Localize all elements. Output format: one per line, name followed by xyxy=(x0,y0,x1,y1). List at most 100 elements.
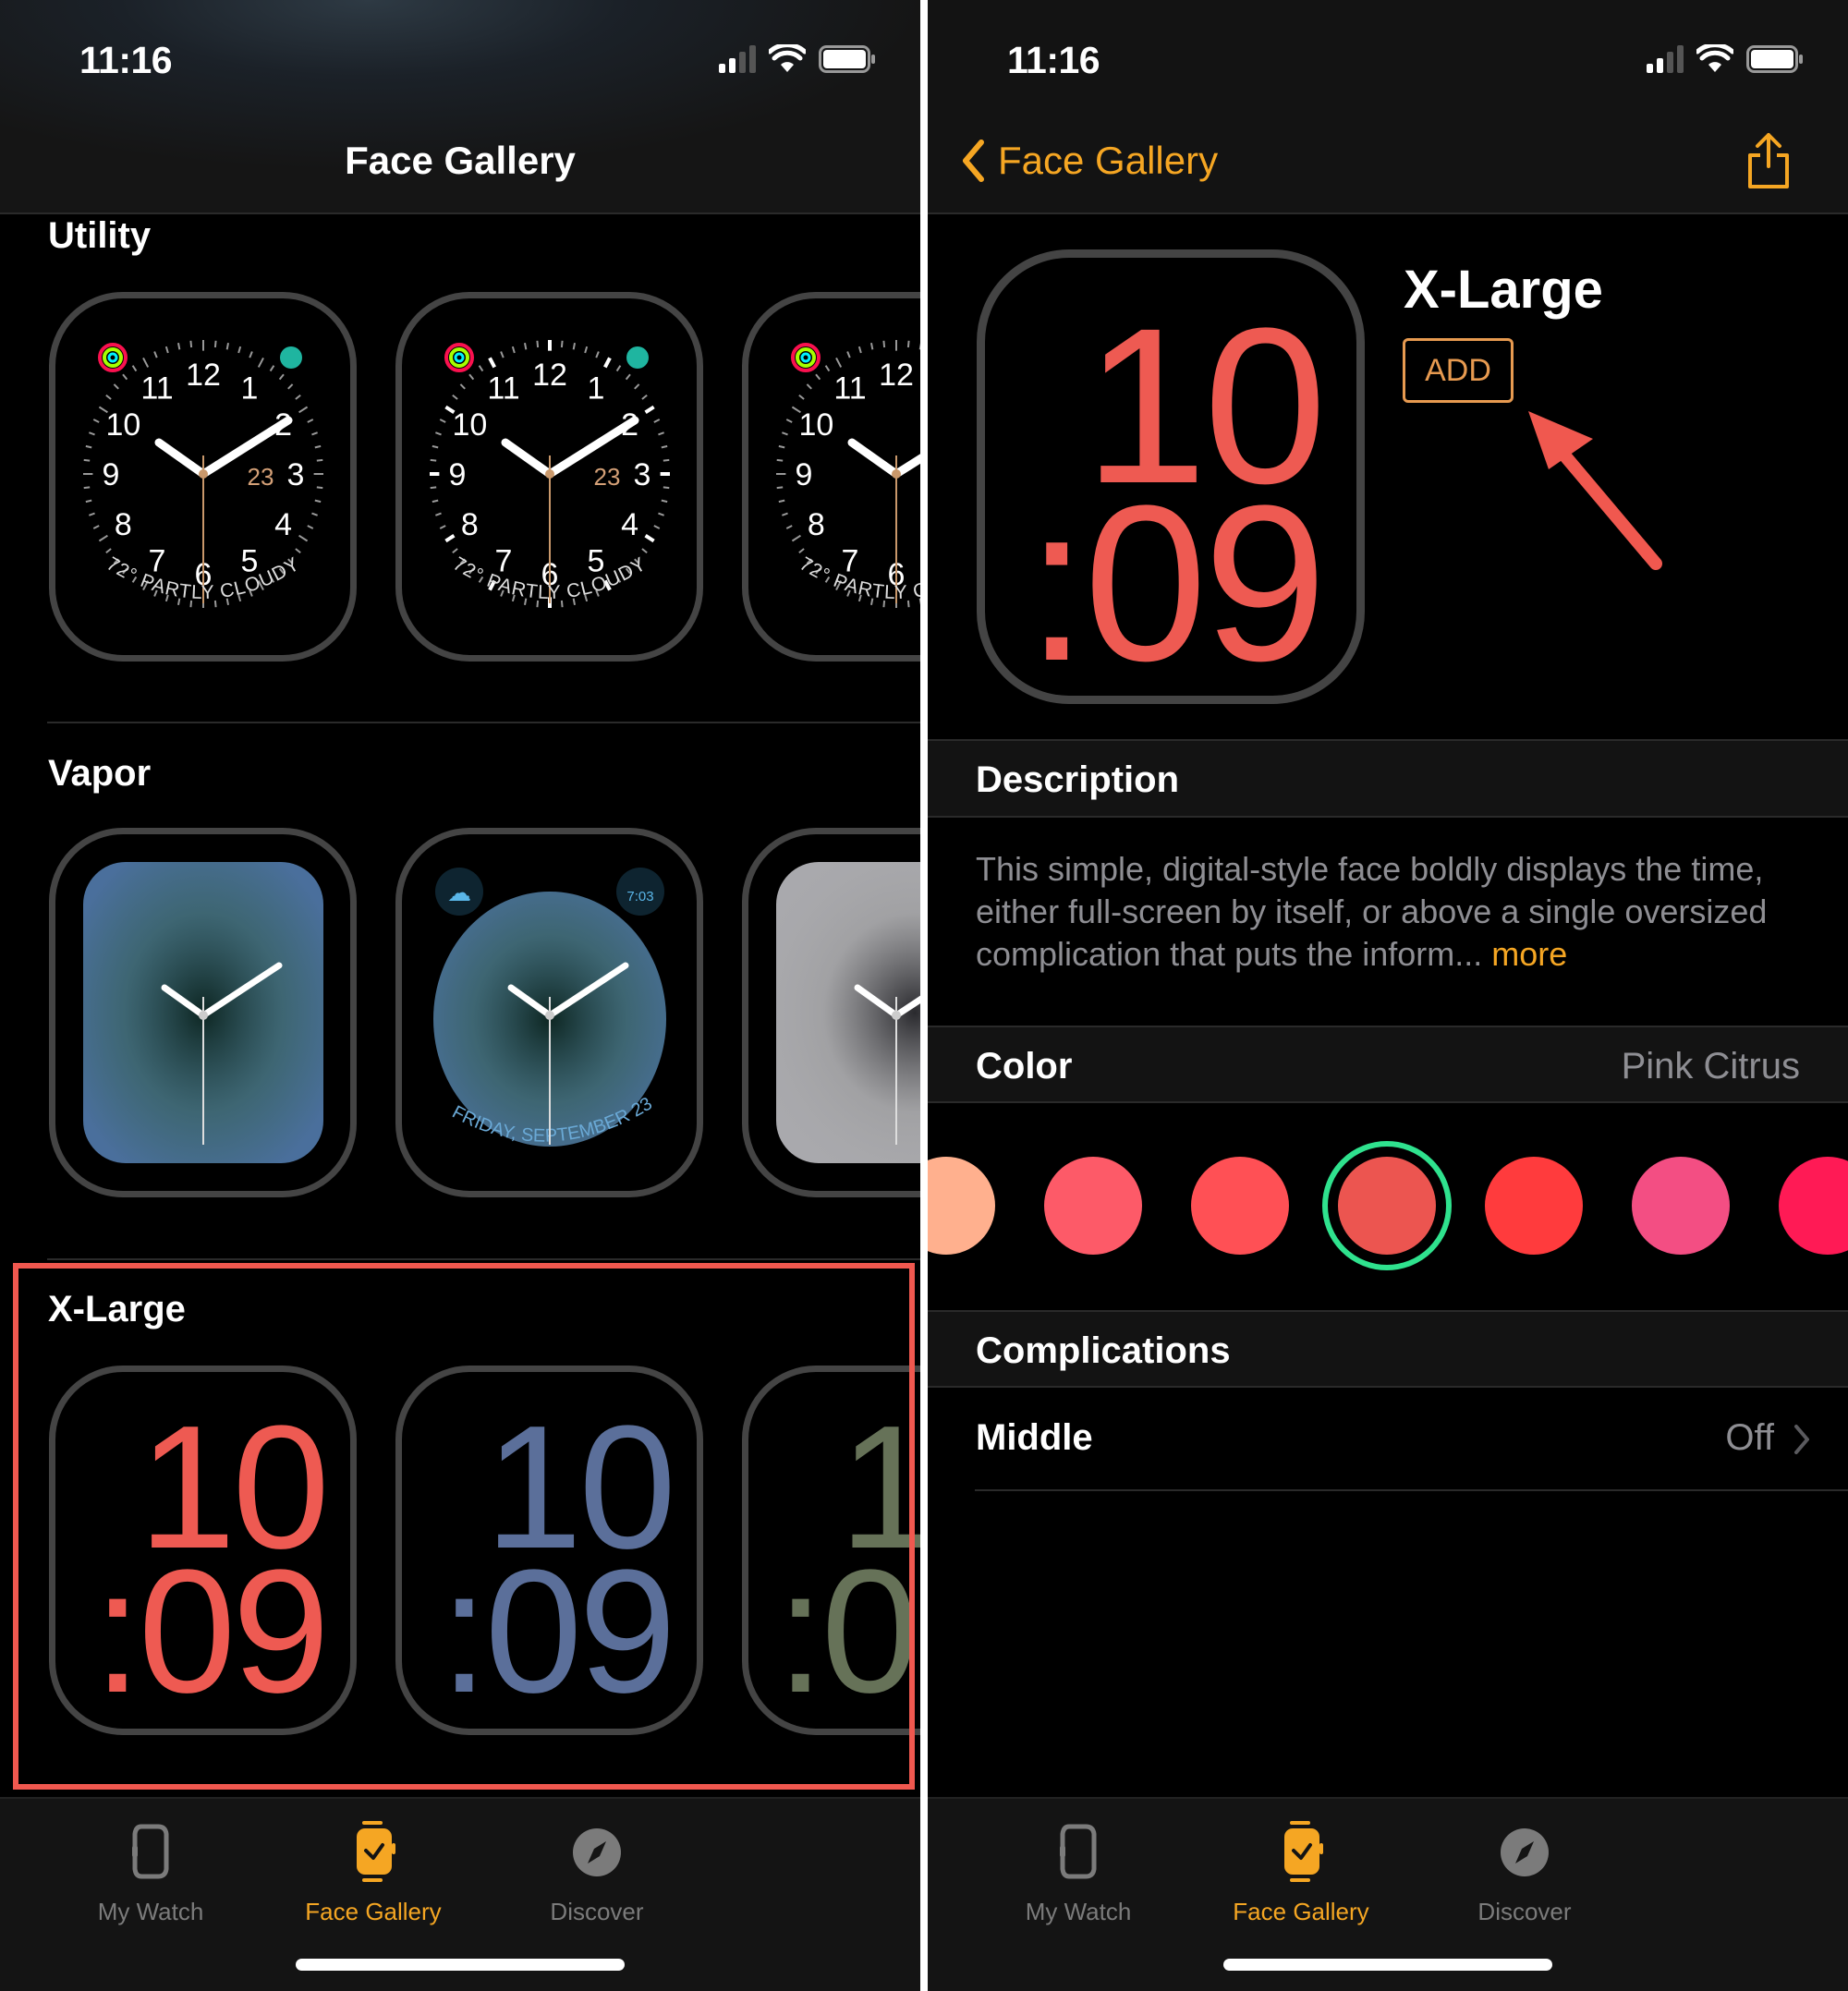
color-swatch[interactable] xyxy=(1191,1157,1289,1255)
watch-face-x-large[interactable]: 1:0 xyxy=(742,1366,920,1735)
svg-text:10: 10 xyxy=(105,407,140,443)
status-icons xyxy=(1647,44,1804,74)
svg-text:9: 9 xyxy=(103,457,120,492)
tab-discover[interactable]: Discover xyxy=(1432,1819,1617,1926)
watch-face-utility[interactable]: 1234567891011122372° PARTLY CLOUDY xyxy=(49,292,357,662)
panel-divider xyxy=(920,0,928,1991)
watch-face-x-large[interactable]: 10:09 xyxy=(49,1366,357,1735)
svg-text:10: 10 xyxy=(798,407,833,443)
more-link[interactable]: more xyxy=(1491,935,1567,973)
tab-bar: My Watch Face Gallery Discover xyxy=(0,1797,920,1991)
section-title-x-large: X-Large xyxy=(48,1289,186,1329)
tab-label: My Watch xyxy=(97,1898,204,1925)
compass-icon xyxy=(505,1819,689,1888)
complications-header-label: Complications xyxy=(976,1330,1231,1371)
svg-text:4: 4 xyxy=(621,507,638,542)
svg-text:7:03: 7:03 xyxy=(626,889,653,904)
svg-text:3: 3 xyxy=(634,457,651,492)
svg-text:8: 8 xyxy=(808,507,825,542)
svg-text:8: 8 xyxy=(461,507,479,542)
complication-row-middle[interactable]: Middle Off xyxy=(928,1388,1848,1489)
section-title-vapor: Vapor xyxy=(48,753,152,794)
home-indicator[interactable] xyxy=(296,1959,625,1971)
description-text: This simple, digital-style face boldly d… xyxy=(976,848,1807,976)
face-name: X-Large xyxy=(1404,260,1603,320)
face-gallery-screen: 11:16 Face Gallery Utility 12345678 xyxy=(0,0,920,1991)
color-swatch[interactable] xyxy=(1632,1157,1730,1255)
activity-rings-icon xyxy=(98,343,128,372)
separator xyxy=(47,1258,920,1260)
svg-text:1: 1 xyxy=(588,370,605,406)
tab-face-gallery[interactable]: Face Gallery xyxy=(281,1819,466,1926)
tab-label: Face Gallery xyxy=(305,1898,442,1925)
status-bar: 11:16 xyxy=(928,0,1848,111)
status-time: 11:16 xyxy=(79,39,173,81)
complication-label: Middle xyxy=(976,1417,1093,1458)
watch-face-vapor[interactable]: ☁ 7:03 FRIDAY, SEPTEMBER 23 xyxy=(395,828,703,1197)
watch-face-utility[interactable]: 1234567891011122372° PARTLY CLOUDY xyxy=(395,292,703,662)
separator xyxy=(975,1489,1848,1491)
activity-rings-icon xyxy=(791,343,821,372)
tab-my-watch[interactable]: My Watch xyxy=(58,1819,243,1926)
color-swatch[interactable] xyxy=(1044,1157,1142,1255)
svg-text:11: 11 xyxy=(833,370,866,406)
watch-face-utility[interactable]: 12345678910111272° PARTLY CLOUDY xyxy=(742,292,920,662)
back-button-label: Face Gallery xyxy=(998,139,1219,182)
preview-minute: :09 xyxy=(1026,459,1327,704)
svg-text:10: 10 xyxy=(452,407,487,443)
wifi-icon xyxy=(1696,44,1733,72)
date-complication: 23 xyxy=(248,463,274,491)
separator xyxy=(47,722,920,723)
watch-icon xyxy=(58,1819,243,1888)
color-header-label: Color xyxy=(976,1046,1073,1087)
tab-discover[interactable]: Discover xyxy=(505,1819,689,1926)
chevron-right-icon xyxy=(1794,1425,1809,1454)
color-swatch[interactable] xyxy=(928,1157,995,1255)
date-complication: 23 xyxy=(594,463,621,491)
description-header: Description xyxy=(928,739,1848,818)
tab-bar: My Watch Face Gallery Discover xyxy=(928,1797,1848,1991)
svg-text:11: 11 xyxy=(487,370,519,406)
compass-icon xyxy=(1432,1819,1617,1888)
share-icon xyxy=(1748,133,1789,188)
watch-face-vapor[interactable] xyxy=(49,828,357,1197)
svg-text:4: 4 xyxy=(274,507,292,542)
color-swatch[interactable] xyxy=(1485,1157,1583,1255)
svg-text:3: 3 xyxy=(287,457,305,492)
color-swatch[interactable] xyxy=(1338,1157,1436,1255)
svg-text:11: 11 xyxy=(140,370,173,406)
back-button[interactable]: Face Gallery xyxy=(961,139,1218,183)
svg-text:8: 8 xyxy=(115,507,132,542)
status-bar: 11:16 xyxy=(0,0,920,111)
activity-rings-icon xyxy=(444,343,474,372)
svg-text:1: 1 xyxy=(241,370,259,406)
svg-text:9: 9 xyxy=(796,457,813,492)
face-gallery-icon xyxy=(1209,1819,1393,1888)
status-time: 11:16 xyxy=(1007,39,1100,81)
svg-text:9: 9 xyxy=(449,457,467,492)
face-preview: 10 :09 xyxy=(977,249,1365,704)
tab-face-gallery[interactable]: Face Gallery xyxy=(1209,1819,1393,1926)
watch-face-x-large[interactable]: 10:09 xyxy=(395,1366,703,1735)
color-value: Pink Citrus xyxy=(1621,1046,1800,1087)
complication-value: Off xyxy=(1725,1417,1774,1458)
breathe-icon xyxy=(280,346,302,369)
home-indicator[interactable] xyxy=(1223,1959,1552,1971)
tab-label: Discover xyxy=(1477,1898,1572,1925)
wifi-icon xyxy=(769,44,806,72)
tab-my-watch[interactable]: My Watch xyxy=(986,1819,1171,1926)
annotation-arrow xyxy=(1528,411,1662,570)
tab-label: Discover xyxy=(550,1898,644,1925)
chevron-left-icon xyxy=(963,140,984,182)
face-minute: :0 xyxy=(776,1534,918,1730)
description-body: This simple, digital-style face boldly d… xyxy=(976,850,1768,973)
nav-bar: 11:16 Face Gallery xyxy=(0,0,920,214)
nav-bar: 11:16 Face Gallery xyxy=(928,0,1848,214)
share-button[interactable] xyxy=(1745,131,1793,195)
status-icons xyxy=(719,44,876,74)
watch-face-vapor[interactable] xyxy=(742,828,920,1197)
complications-header: Complications xyxy=(928,1310,1848,1388)
signal-icon xyxy=(1647,45,1684,73)
color-swatch[interactable] xyxy=(1779,1157,1848,1255)
description-header-label: Description xyxy=(976,759,1180,800)
